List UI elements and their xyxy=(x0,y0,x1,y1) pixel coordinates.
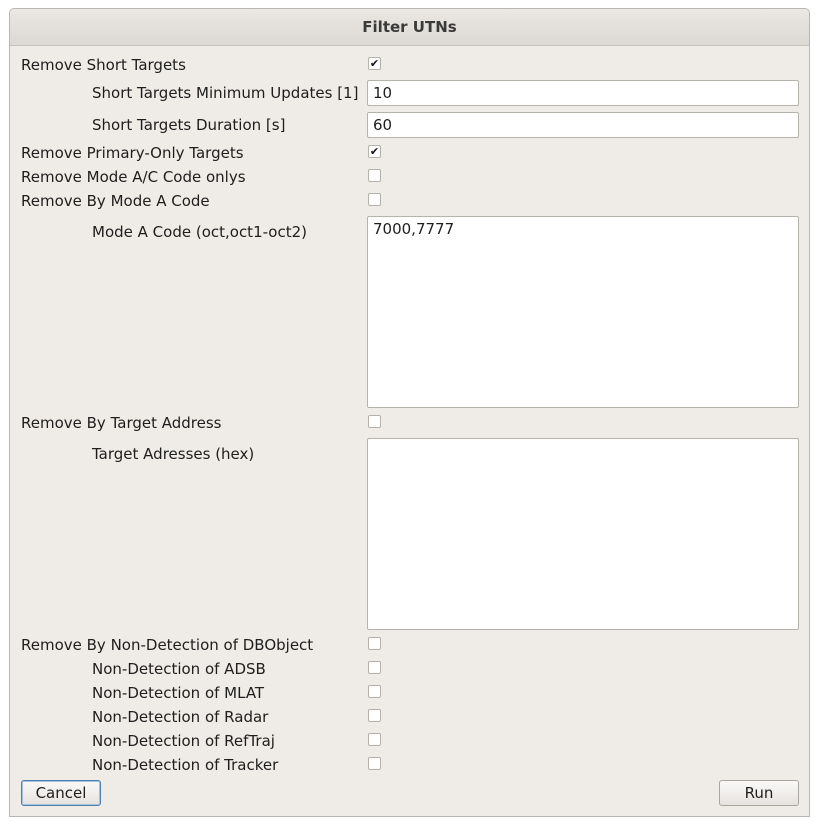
non-detection-tracker-checkbox[interactable] xyxy=(368,757,381,770)
non-detection-radar-checkbox[interactable] xyxy=(368,709,381,722)
remove-by-non-detection-checkbox[interactable] xyxy=(368,637,381,650)
remove-by-mode-a-checkbox[interactable] xyxy=(368,193,381,206)
remove-primary-only-checkbox[interactable]: ✔ xyxy=(368,145,381,158)
dialog-titlebar[interactable]: Filter UTNs xyxy=(10,9,809,46)
filter-utns-dialog: Filter UTNs Remove Short Targets ✔ Short… xyxy=(9,8,810,817)
non-detection-mlat-label: Non-Detection of MLAT xyxy=(92,684,265,702)
remove-mode-ac-only-checkbox[interactable] xyxy=(368,169,381,182)
short-min-updates-input[interactable]: 10 xyxy=(367,80,799,106)
remove-by-mode-a-label: Remove By Mode A Code xyxy=(21,192,210,210)
remove-by-non-detection-label: Remove By Non-Detection of DBObject xyxy=(21,636,314,654)
mode-a-codes-label: Mode A Code (oct,oct1-oct2) xyxy=(92,223,308,241)
non-detection-adsb-label: Non-Detection of ADSB xyxy=(92,660,266,678)
remove-by-target-address-label: Remove By Target Address xyxy=(21,414,222,432)
run-button-label: Run xyxy=(744,784,774,802)
short-min-updates-label: Short Targets Minimum Updates [1] xyxy=(92,84,359,102)
remove-mode-ac-only-label: Remove Mode A/C Code onlys xyxy=(21,168,246,186)
dialog-title: Filter UTNs xyxy=(362,18,457,36)
non-detection-mlat-checkbox[interactable] xyxy=(368,685,381,698)
remove-short-targets-checkbox[interactable]: ✔ xyxy=(368,57,381,70)
short-duration-label: Short Targets Duration [s] xyxy=(92,116,286,134)
remove-primary-only-label: Remove Primary-Only Targets xyxy=(21,144,244,162)
cancel-button-label: Cancel xyxy=(35,784,87,802)
run-button[interactable]: Run xyxy=(719,780,799,806)
cancel-button[interactable]: Cancel xyxy=(21,780,101,806)
remove-by-target-address-checkbox[interactable] xyxy=(368,415,381,428)
non-detection-adsb-checkbox[interactable] xyxy=(368,661,381,674)
non-detection-reftraj-checkbox[interactable] xyxy=(368,733,381,746)
non-detection-radar-label: Non-Detection of Radar xyxy=(92,708,269,726)
remove-short-targets-label: Remove Short Targets xyxy=(21,56,186,74)
mode-a-codes-textarea[interactable]: 7000,7777 xyxy=(367,216,799,408)
non-detection-tracker-label: Non-Detection of Tracker xyxy=(92,756,279,774)
target-addresses-label: Target Adresses (hex) xyxy=(92,445,255,463)
target-addresses-textarea[interactable] xyxy=(367,438,799,630)
short-duration-input[interactable]: 60 xyxy=(367,112,799,138)
non-detection-reftraj-label: Non-Detection of RefTraj xyxy=(92,732,275,750)
